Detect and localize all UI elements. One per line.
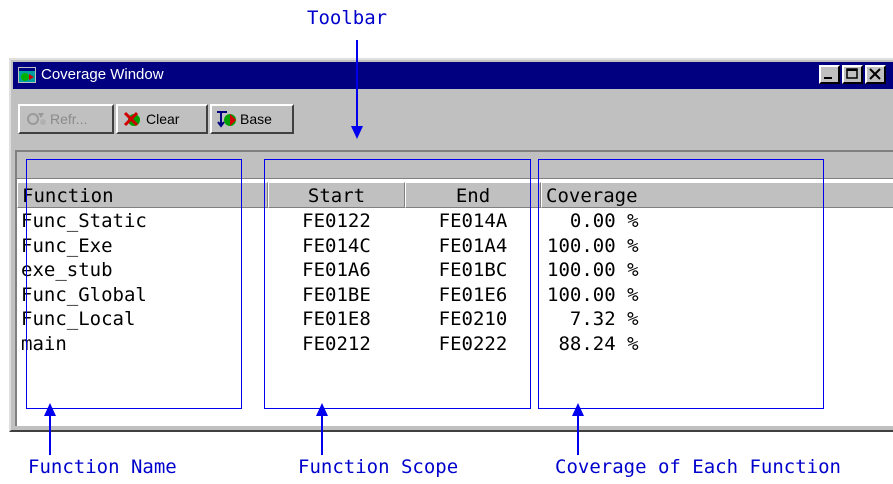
- close-icon: [869, 68, 881, 80]
- maximize-icon: [846, 68, 858, 79]
- function-name-annotation: Function Name: [28, 456, 177, 478]
- function-scope-annotation: Function Scope: [298, 456, 459, 478]
- title-bar[interactable]: Coverage Window: [13, 62, 893, 89]
- coverage-box: [538, 159, 824, 409]
- minimize-button[interactable]: [819, 65, 840, 84]
- base-icon: [217, 111, 236, 128]
- close-button[interactable]: [865, 65, 886, 84]
- coverage-window-icon: [18, 67, 36, 83]
- minimize-icon: [824, 77, 832, 79]
- refresh-label: Refr...: [50, 111, 88, 127]
- toolbar-annotation: Toolbar: [307, 7, 388, 29]
- coverage-each-annotation: Coverage of Each Function: [555, 456, 841, 478]
- clear-icon: [123, 111, 140, 127]
- refresh-button[interactable]: Refr...: [18, 104, 114, 134]
- clear-label: Clear: [146, 111, 180, 127]
- clear-button[interactable]: Clear: [116, 104, 208, 134]
- toolbar: Refr... Clear Base: [13, 90, 893, 144]
- function-scope-box: [264, 159, 531, 409]
- refresh-icon: [27, 113, 46, 125]
- base-button[interactable]: Base: [210, 104, 294, 134]
- window-title: Coverage Window: [41, 66, 164, 83]
- function-name-box: [26, 159, 242, 409]
- base-label: Base: [240, 111, 272, 127]
- maximize-button[interactable]: [842, 65, 863, 84]
